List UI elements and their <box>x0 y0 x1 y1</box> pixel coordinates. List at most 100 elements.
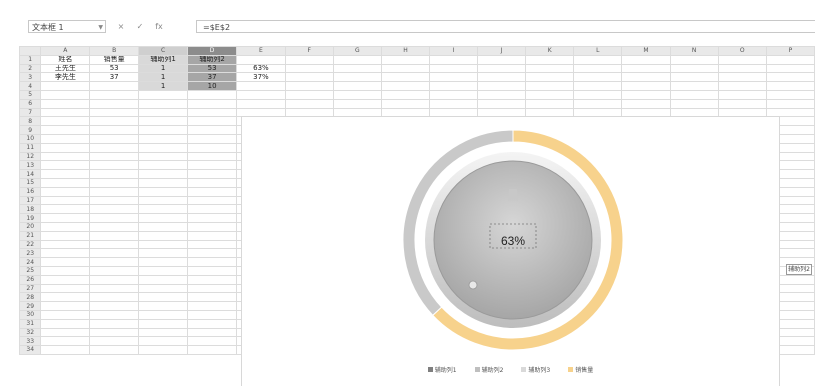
cell[interactable] <box>89 133 140 144</box>
row-header[interactable]: 23 <box>18 248 42 259</box>
cell[interactable] <box>187 213 238 223</box>
row-header[interactable]: 32 <box>18 327 42 338</box>
cell[interactable] <box>89 274 140 285</box>
column-header[interactable]: O <box>717 46 767 56</box>
column-header[interactable]: I <box>429 46 479 56</box>
cell[interactable] <box>40 327 91 338</box>
column-header[interactable]: A <box>40 46 91 56</box>
cell[interactable]: 10 <box>187 81 238 91</box>
cell[interactable] <box>525 81 575 91</box>
row-header[interactable]: 4 <box>18 81 42 91</box>
row-header[interactable]: 18 <box>18 204 42 215</box>
row-header[interactable]: 15 <box>18 177 42 188</box>
row-header[interactable]: 13 <box>18 160 42 171</box>
cell[interactable] <box>573 89 623 100</box>
cell[interactable] <box>40 301 91 311</box>
cell[interactable] <box>138 177 189 188</box>
cell[interactable] <box>236 98 286 109</box>
cell[interactable]: 37% <box>236 72 286 83</box>
cell[interactable] <box>89 125 140 135</box>
column-header[interactable]: C <box>138 46 189 56</box>
cell[interactable] <box>89 309 140 320</box>
row-header[interactable]: 8 <box>18 116 42 127</box>
cell[interactable] <box>89 169 140 179</box>
cell[interactable] <box>573 63 623 74</box>
cell[interactable] <box>525 98 575 109</box>
cell[interactable] <box>138 195 189 206</box>
row-header[interactable]: 20 <box>18 221 42 232</box>
cell[interactable] <box>89 301 140 311</box>
chart-area[interactable]: 63% 辅助列1 辅助列2 辅助列3 销售量 <box>241 116 780 386</box>
cell[interactable] <box>89 239 140 250</box>
cell[interactable] <box>89 98 140 109</box>
cell[interactable] <box>89 89 140 100</box>
cell[interactable]: 53 <box>89 63 140 74</box>
cell[interactable]: 1 <box>138 81 189 91</box>
row-header[interactable]: 25 <box>18 265 42 276</box>
cell[interactable] <box>284 98 334 109</box>
cell[interactable] <box>187 327 238 338</box>
cell[interactable] <box>40 265 91 276</box>
cell[interactable] <box>477 89 527 100</box>
cell[interactable] <box>40 239 91 250</box>
cell[interactable] <box>40 81 91 91</box>
cell[interactable] <box>765 72 815 83</box>
cell[interactable] <box>429 54 479 65</box>
cell[interactable]: 王先生 <box>40 63 91 74</box>
row-header[interactable]: 26 <box>18 274 42 285</box>
cell[interactable] <box>765 89 815 100</box>
row-header[interactable]: 16 <box>18 186 42 197</box>
cell[interactable] <box>89 186 140 197</box>
cell[interactable] <box>89 213 140 223</box>
cell[interactable] <box>525 89 575 100</box>
cell[interactable] <box>717 81 767 91</box>
cell[interactable] <box>187 345 238 355</box>
row-header[interactable]: 17 <box>18 195 42 206</box>
cell[interactable] <box>187 239 238 250</box>
row-header[interactable]: 28 <box>18 292 42 303</box>
cell[interactable] <box>40 107 91 118</box>
row-header[interactable]: 21 <box>18 230 42 241</box>
cell[interactable] <box>40 125 91 135</box>
cell[interactable] <box>89 230 140 241</box>
cell[interactable] <box>138 345 189 355</box>
cell[interactable] <box>138 257 189 267</box>
row-header[interactable]: 29 <box>18 301 42 311</box>
cell[interactable] <box>187 133 238 144</box>
cell[interactable] <box>332 81 382 91</box>
cell[interactable] <box>187 160 238 171</box>
cell[interactable] <box>89 142 140 153</box>
cell[interactable] <box>717 72 767 83</box>
cell[interactable] <box>187 142 238 153</box>
row-header[interactable]: 7 <box>18 107 42 118</box>
cell[interactable]: 辅助列1 <box>138 54 189 65</box>
cell[interactable] <box>380 54 431 65</box>
cell[interactable]: 销售量 <box>89 54 140 65</box>
cell[interactable] <box>138 230 189 241</box>
cell[interactable] <box>621 54 671 65</box>
cell[interactable] <box>525 63 575 74</box>
cell[interactable] <box>477 98 527 109</box>
row-header[interactable]: 14 <box>18 169 42 179</box>
cell[interactable] <box>138 125 189 135</box>
cell[interactable] <box>332 72 382 83</box>
cell[interactable] <box>89 195 140 206</box>
cell[interactable]: 李先生 <box>40 72 91 83</box>
cell[interactable] <box>138 133 189 144</box>
cell[interactable] <box>40 142 91 153</box>
cell[interactable] <box>138 318 189 329</box>
cell[interactable] <box>40 177 91 188</box>
cell[interactable] <box>40 309 91 320</box>
cell[interactable] <box>187 89 238 100</box>
row-header[interactable]: 9 <box>18 125 42 135</box>
cell[interactable] <box>40 230 91 241</box>
column-header[interactable]: D <box>187 46 238 56</box>
cell[interactable] <box>138 239 189 250</box>
cell[interactable] <box>380 98 431 109</box>
cell[interactable] <box>621 98 671 109</box>
cell[interactable] <box>40 283 91 294</box>
column-header[interactable]: B <box>89 46 140 56</box>
cell[interactable] <box>40 204 91 215</box>
legend-item[interactable]: 辅助列3 <box>521 365 550 374</box>
cell[interactable] <box>380 81 431 91</box>
